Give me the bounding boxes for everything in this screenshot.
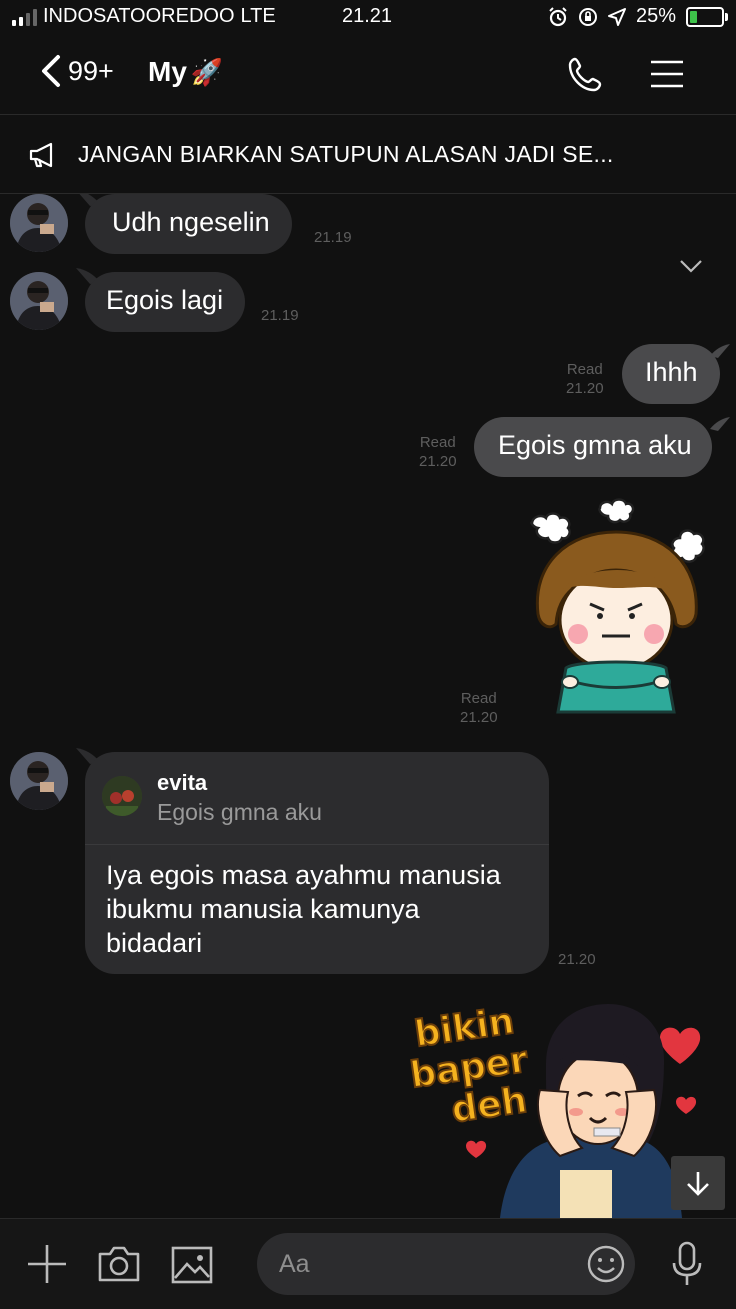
avatar[interactable] <box>10 752 68 810</box>
camera-icon[interactable] <box>97 1245 141 1283</box>
reply-sender-name: evita <box>157 770 208 795</box>
message-text: Egois gmna aku <box>498 430 692 460</box>
message-line: Iya egois masa ayahmu manusia <box>106 860 501 890</box>
message-text: Iya egois masa ayahmu manusia ibukmu man… <box>106 858 501 960</box>
message-line: bidadari <box>106 928 203 958</box>
carrier-name: INDOSATOOREDOO <box>43 5 235 27</box>
reply-avatar <box>102 776 142 816</box>
location-icon <box>607 7 626 26</box>
avatar[interactable] <box>10 194 68 252</box>
message-time: 21.20 <box>419 453 457 470</box>
message-time: 21.20 <box>566 380 604 397</box>
arrow-down-icon <box>687 1172 709 1196</box>
message-list[interactable]: Udh ngeselin 21.19 Egois lagi 21.19 Read… <box>0 194 736 1218</box>
bubble-tail <box>710 417 730 431</box>
back-button[interactable]: 99+ <box>40 54 114 88</box>
chat-title[interactable]: My 🚀 <box>148 56 223 88</box>
message-bubble[interactable]: Egois lagi <box>85 272 246 332</box>
message-line: ibukmu manusia kamunya <box>106 894 420 924</box>
chevron-left-icon <box>42 55 60 87</box>
message-bubble[interactable]: Egois gmna aku <box>474 417 712 477</box>
message-text: Udh ngeselin <box>112 207 270 237</box>
message-input-placeholder: Aa <box>279 1250 310 1278</box>
read-status: Read <box>419 434 456 451</box>
smiley-icon[interactable] <box>586 1244 626 1284</box>
hamburger-menu-icon[interactable] <box>647 54 687 94</box>
status-icons: 25% <box>548 5 728 28</box>
message-time: 21.20 <box>558 951 596 968</box>
bubble-tail <box>710 344 730 358</box>
sticker-text: bikin baper deh <box>407 1000 536 1135</box>
read-status: Read <box>460 690 497 707</box>
message-bubble[interactable]: Ihhh <box>622 344 720 404</box>
status-bar: INDOSATOOREDOO LTE 21.21 25% <box>0 0 736 36</box>
announcement-text: JANGAN BIARKAN SATUPUN ALASAN JADI SE... <box>78 141 614 167</box>
message-meta: Read 21.20 <box>460 689 498 727</box>
rotation-lock-icon <box>578 7 597 26</box>
chat-name: My <box>148 56 187 87</box>
message-time: 21.19 <box>261 307 299 324</box>
message-meta: Read 21.20 <box>419 433 457 471</box>
battery-icon <box>686 6 728 27</box>
megaphone-icon <box>29 142 53 168</box>
plus-icon[interactable] <box>26 1243 68 1285</box>
battery-percent: 25% <box>635 5 676 27</box>
reply-quoted-text: Egois gmna aku <box>157 799 322 825</box>
scroll-to-bottom-button[interactable] <box>671 1156 725 1210</box>
message-bubble[interactable]: Udh ngeselin <box>85 194 292 254</box>
message-time: 21.20 <box>460 709 498 726</box>
phone-icon[interactable] <box>566 54 606 94</box>
message-text: Egois lagi <box>106 285 224 315</box>
message-text: Ihhh <box>645 357 698 387</box>
message-time: 21.19 <box>314 229 352 246</box>
avatar[interactable] <box>10 272 68 330</box>
read-status: Read <box>566 361 603 378</box>
image-icon[interactable] <box>171 1246 213 1284</box>
chat-header: 99+ My 🚀 <box>0 36 736 115</box>
signal-strength-icon <box>12 8 37 26</box>
announcement-bar[interactable]: JANGAN BIARKAN SATUPUN ALASAN JADI SE... <box>0 115 736 273</box>
unread-count: 99+ <box>68 55 114 86</box>
message-input[interactable]: Aa <box>257 1233 635 1295</box>
clock: 21.21 <box>342 5 393 27</box>
sticker-angry-girl[interactable] <box>520 494 720 724</box>
network-type: LTE <box>240 5 276 27</box>
reply-message-bubble[interactable]: evita Egois gmna aku Iya egois masa ayah… <box>85 752 549 974</box>
reply-divider <box>85 844 549 845</box>
rocket-emoji: 🚀 <box>190 56 224 87</box>
microphone-icon[interactable] <box>670 1241 704 1287</box>
carrier-info: INDOSATOOREDOO LTE <box>12 5 276 28</box>
alarm-icon <box>549 6 567 26</box>
message-meta: Read 21.20 <box>566 360 604 398</box>
message-composer: Aa <box>0 1218 736 1309</box>
